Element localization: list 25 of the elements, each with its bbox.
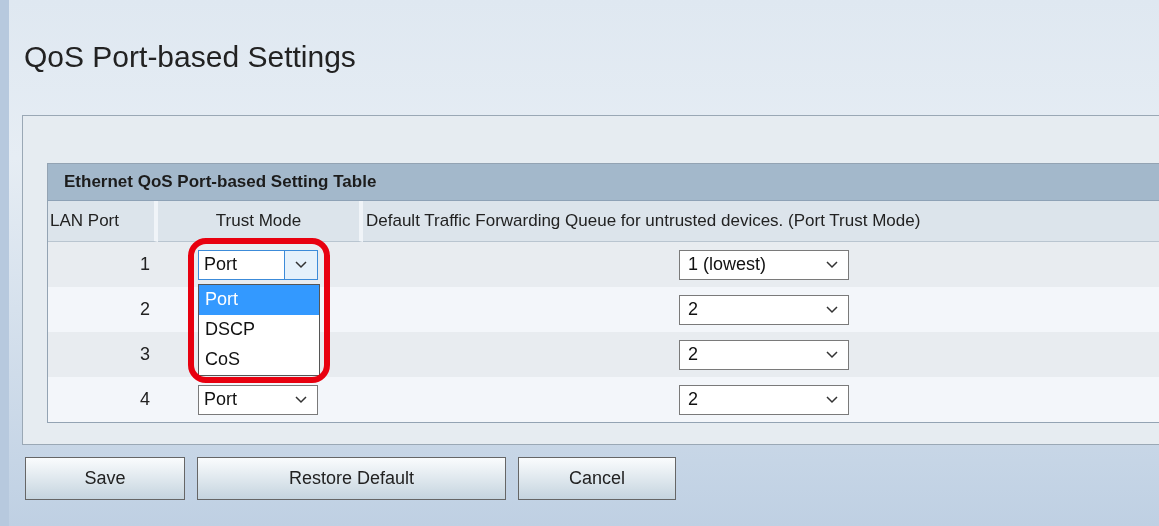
trust-mode-select[interactable]: Port: [198, 384, 318, 415]
column-header: Default Traffic Forwarding Queue for untrusted devices. (Port Trust Mode): [363, 201, 1159, 242]
column-header: LAN Port: [48, 201, 158, 242]
port-number: 2: [140, 299, 150, 320]
table-title: Ethernet QoS Port-based Setting Table: [64, 172, 377, 192]
queue-select[interactable]: 2: [679, 294, 849, 325]
action-button[interactable]: Cancel: [518, 457, 676, 500]
chevron-down-icon: [826, 395, 838, 404]
chevron-down-icon: [295, 395, 307, 404]
trust-mode-select[interactable]: Port: [198, 249, 318, 280]
chevron-down-icon: [826, 305, 838, 314]
dropdown-option[interactable]: DSCP: [199, 314, 319, 345]
action-button[interactable]: Restore Default: [197, 457, 506, 500]
page-title: QoS Port-based Settings: [23, 39, 357, 75]
chevron-down-icon: [826, 350, 838, 359]
chevron-down-icon: [826, 260, 838, 269]
queue-select[interactable]: 2: [679, 339, 849, 370]
port-number: 3: [140, 344, 150, 365]
queue-select[interactable]: 2: [679, 384, 849, 415]
queue-select[interactable]: 1 (lowest): [679, 249, 849, 280]
port-number: 4: [140, 389, 150, 410]
action-button[interactable]: Save: [25, 457, 185, 500]
port-number: 1: [140, 254, 150, 275]
column-header: Trust Mode: [158, 201, 363, 242]
chevron-down-icon: [295, 260, 307, 269]
